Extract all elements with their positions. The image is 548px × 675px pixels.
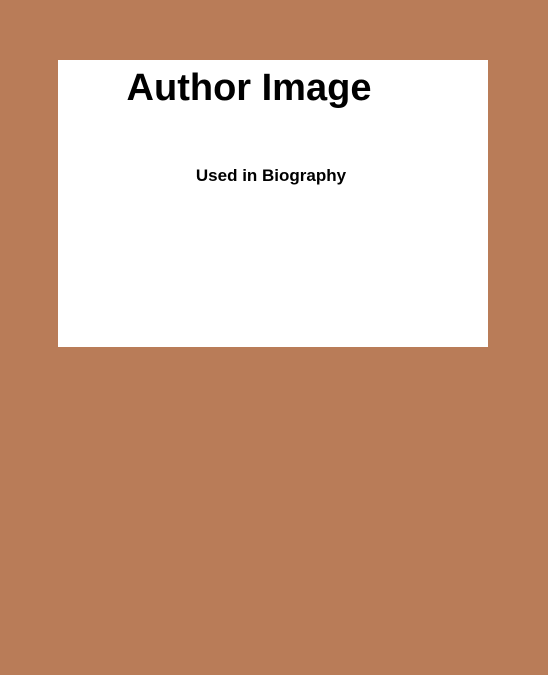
placeholder-subtitle: Used in Biography — [195, 166, 347, 185]
placeholder-title: Author Image — [126, 67, 372, 109]
author-image-placeholder: Author Image Used in Biography — [58, 60, 488, 347]
page-background: { "placeholder": { "title": "Author Imag… — [0, 0, 548, 675]
